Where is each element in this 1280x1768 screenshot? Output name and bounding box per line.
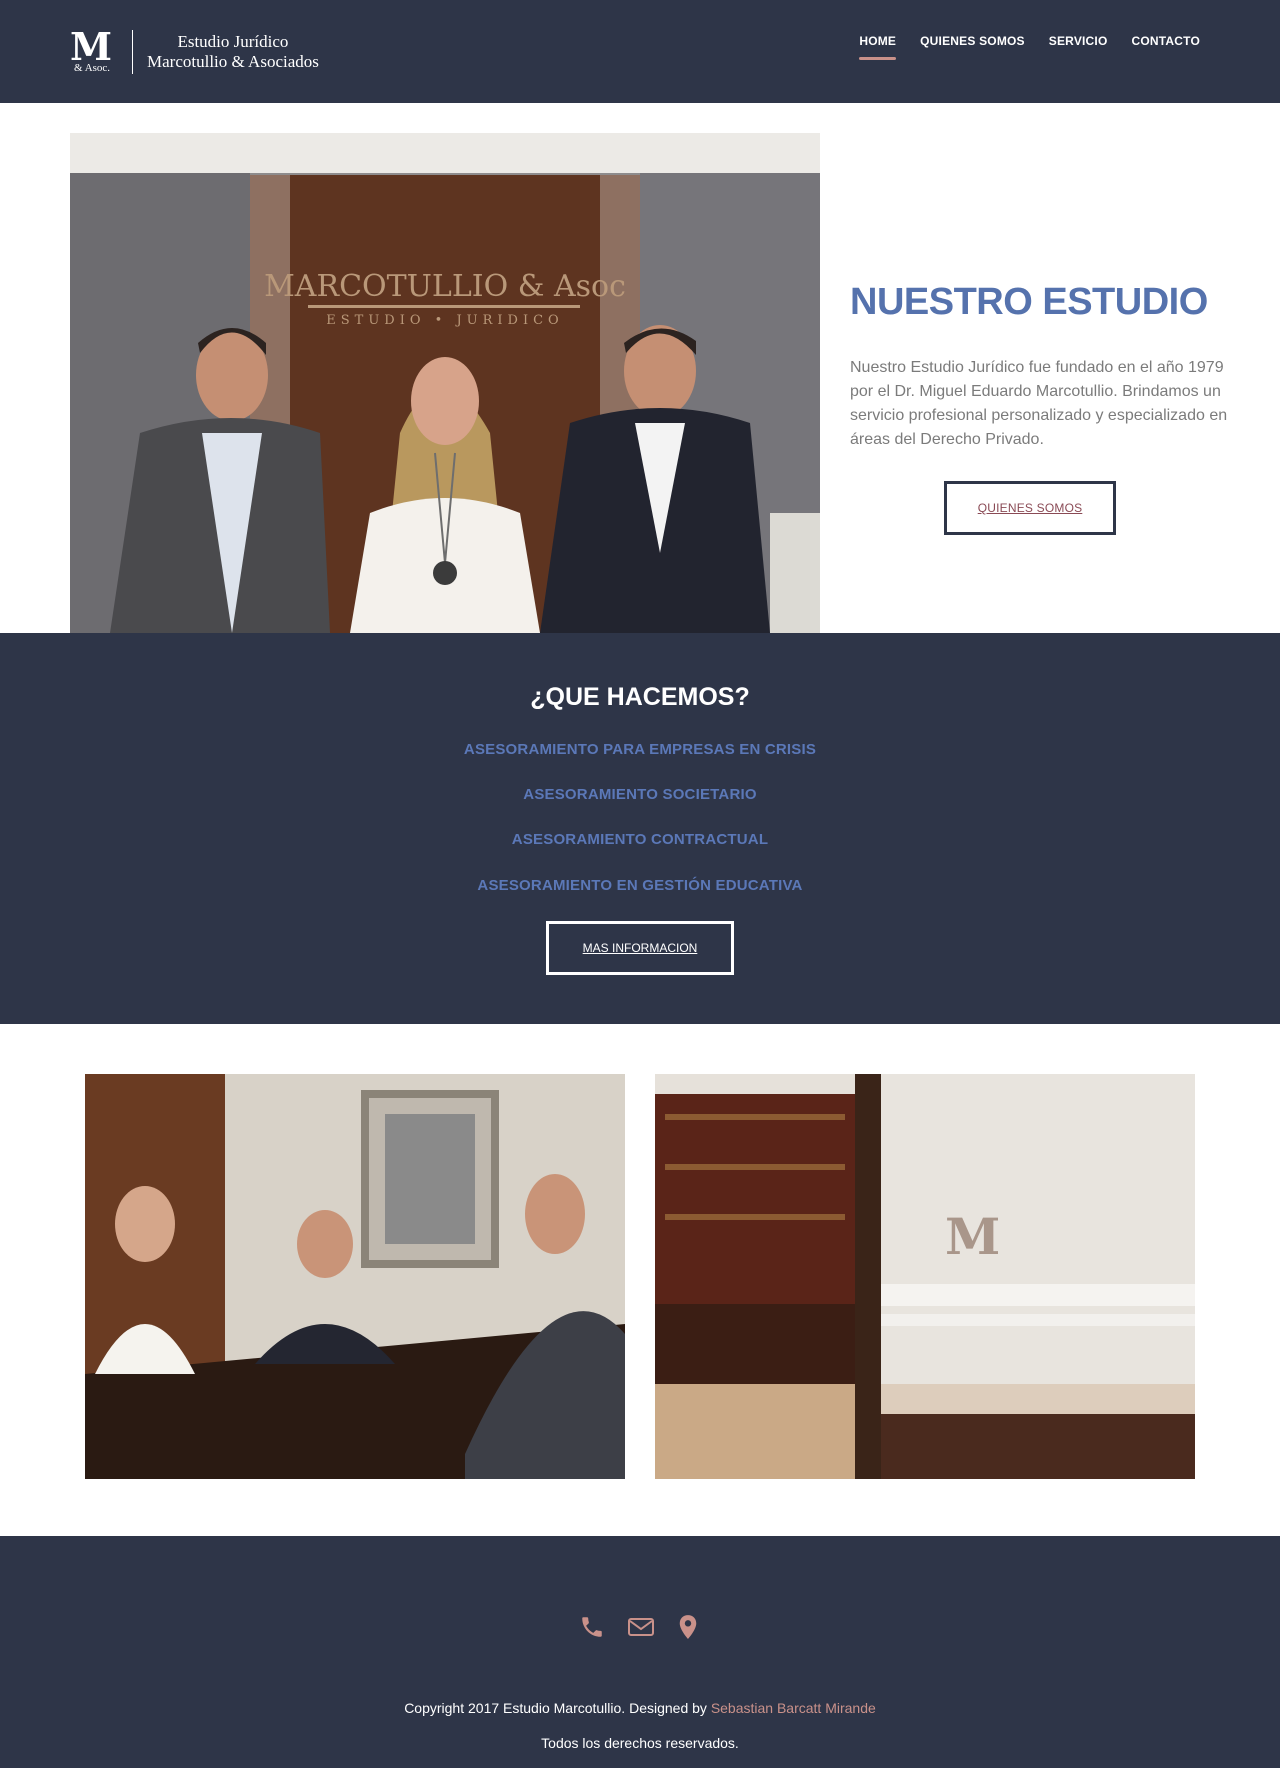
site-footer: Copyright 2017 Estudio Marcotullio. Desi… — [0, 1536, 1280, 1768]
meeting-photo — [85, 1074, 625, 1479]
meeting-photo-illustration — [85, 1074, 625, 1479]
services-title: ¿QUE HACEMOS? — [530, 683, 750, 711]
site-header: M & Asoc. Estudio Jurídico Marcotullio &… — [0, 0, 1280, 103]
nav-quienes-somos[interactable]: QUIENES SOMOS — [920, 34, 1025, 60]
sign-text-main: MARCOTULLIO & Asoc — [264, 269, 626, 304]
copyright-label: Copyright 2017 Estudio Marcotullio. Desi… — [404, 1700, 711, 1716]
envelope-icon[interactable] — [627, 1614, 654, 1640]
logo-text-line2: Marcotullio & Asociados — [147, 52, 319, 71]
nav-home[interactable]: HOME — [859, 34, 896, 60]
designer-link[interactable]: Sebastian Barcatt Mirande — [711, 1700, 876, 1716]
office-photo: M — [655, 1074, 1195, 1479]
services-section: ¿QUE HACEMOS? ASESORAMIENTO PARA EMPRESA… — [0, 633, 1280, 1024]
svg-text:M: M — [945, 1207, 1000, 1266]
nav-servicio[interactable]: SERVICIO — [1049, 34, 1108, 60]
quienes-somos-button[interactable]: QUIENES SOMOS — [944, 481, 1116, 535]
logo-subtitle: & Asoc. — [74, 62, 111, 74]
office-photo-illustration: M — [655, 1074, 1195, 1479]
service-item: ASESORAMIENTO EN GESTIÓN EDUCATIVA — [477, 877, 803, 894]
main-nav: HOME QUIENES SOMOS SERVICIO CONTACTO — [859, 34, 1200, 60]
logo-text-line1: Estudio Jurídico — [177, 32, 289, 51]
rights-text: Todos los derechos reservados. — [541, 1735, 739, 1751]
phone-icon[interactable] — [579, 1614, 605, 1640]
logo-text: Estudio Jurídico Marcotullio & Asociados — [147, 32, 319, 72]
copyright-text: Copyright 2017 Estudio Marcotullio. Desi… — [0, 1700, 1280, 1716]
logo-mark: M & Asoc. — [70, 28, 122, 76]
service-item: ASESORAMIENTO CONTRACTUAL — [511, 831, 769, 848]
hero-team-photo: MARCOTULLIO & Asoc ESTUDIO • JURIDICO — [70, 133, 820, 633]
sign-text-sub: ESTUDIO • JURIDICO — [326, 313, 563, 328]
service-item: ASESORAMIENTO SOCIETARIO — [523, 786, 757, 803]
hero-description: Nuestro Estudio Jurídico fue fundado en … — [850, 359, 1228, 448]
map-marker-icon[interactable] — [675, 1614, 701, 1640]
nav-contacto[interactable]: CONTACTO — [1132, 34, 1201, 60]
site-logo[interactable]: M & Asoc. Estudio Jurídico Marcotullio &… — [70, 28, 319, 76]
service-item: ASESORAMIENTO PARA EMPRESAS EN CRISIS — [463, 741, 817, 758]
logo-divider — [132, 30, 133, 74]
mas-informacion-button[interactable]: MAS INFORMACION — [546, 921, 734, 975]
hero-title: NUESTRO ESTUDIO — [850, 281, 1208, 323]
footer-contact-icons — [0, 1614, 1280, 1640]
hero-photo-illustration: MARCOTULLIO & Asoc ESTUDIO • JURIDICO — [70, 133, 820, 633]
logo-letter: M — [70, 24, 112, 69]
